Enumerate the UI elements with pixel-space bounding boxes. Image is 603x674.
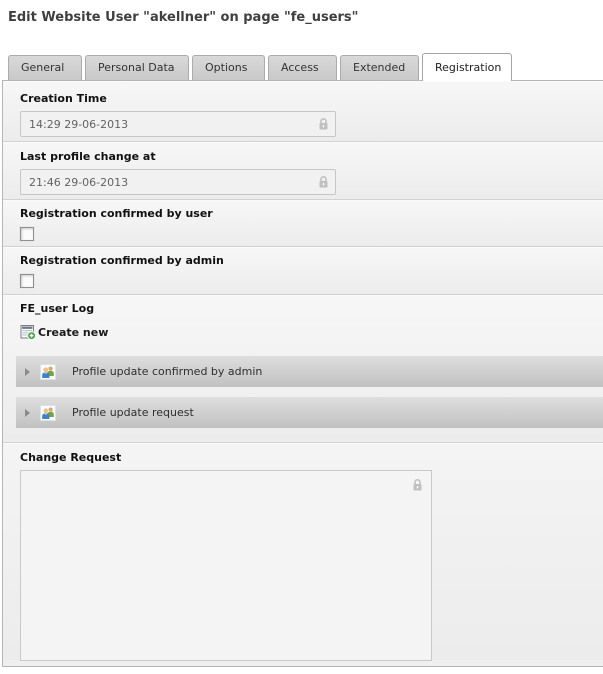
collapse-arrow-icon[interactable] <box>25 368 30 376</box>
section-creation-time: Creation Time <box>3 81 603 142</box>
frontend-users-icon <box>40 364 56 380</box>
log-row-label: Profile update request <box>72 406 194 419</box>
last-profile-change-field-wrap <box>20 169 336 195</box>
log-row-profile-update-confirmed[interactable]: Profile update confirmed by admin <box>16 356 603 387</box>
section-fe-user-log: FE_user Log Create new <box>3 295 603 443</box>
tab-options[interactable]: Options <box>192 55 265 80</box>
registration-confirmed-admin-label: Registration confirmed by admin <box>20 254 603 267</box>
section-registration-confirmed-admin: Registration confirmed by admin <box>3 247 603 295</box>
lock-icon <box>318 175 329 189</box>
last-profile-change-label: Last profile change at <box>20 150 603 163</box>
log-row-profile-update-request[interactable]: Profile update request <box>16 397 603 428</box>
log-row-label: Profile update confirmed by admin <box>72 365 262 378</box>
collapse-arrow-icon[interactable] <box>25 409 30 417</box>
page-title: Edit Website User "akellner" on page "fe… <box>8 10 603 25</box>
last-profile-change-input[interactable] <box>20 169 336 195</box>
change-request-textarea[interactable] <box>20 470 432 661</box>
section-registration-confirmed-user: Registration confirmed by user <box>3 200 603 247</box>
change-request-field-wrap <box>20 470 432 665</box>
tab-personal-data[interactable]: Personal Data <box>85 55 189 80</box>
fe-user-log-label: FE_user Log <box>20 302 603 315</box>
registration-confirmed-user-checkbox[interactable] <box>20 227 34 241</box>
fe-user-log-rows: Profile update confirmed by admin Profil… <box>16 356 603 428</box>
tab-registration[interactable]: Registration <box>422 53 512 81</box>
create-new-label: Create new <box>38 326 108 339</box>
creation-time-input[interactable] <box>20 111 336 137</box>
form-container: Creation Time Last profile change at Reg… <box>2 80 603 667</box>
registration-confirmed-user-label: Registration confirmed by user <box>20 207 603 220</box>
frontend-users-icon <box>40 405 56 421</box>
tab-general[interactable]: General <box>8 55 82 80</box>
tab-bar: General Personal Data Options Access Ext… <box>8 54 515 80</box>
create-new-button[interactable]: Create new <box>20 324 130 340</box>
create-new-record-icon <box>20 324 36 340</box>
section-change-request: Change Request <box>3 443 603 660</box>
lock-icon <box>318 117 329 131</box>
registration-confirmed-admin-checkbox[interactable] <box>20 274 34 288</box>
section-last-profile-change: Last profile change at <box>3 142 603 200</box>
creation-time-field-wrap <box>20 111 336 137</box>
creation-time-label: Creation Time <box>20 92 603 105</box>
change-request-label: Change Request <box>20 451 603 464</box>
lock-icon <box>412 478 423 492</box>
tab-extended[interactable]: Extended <box>340 55 419 80</box>
tab-access[interactable]: Access <box>268 55 337 80</box>
